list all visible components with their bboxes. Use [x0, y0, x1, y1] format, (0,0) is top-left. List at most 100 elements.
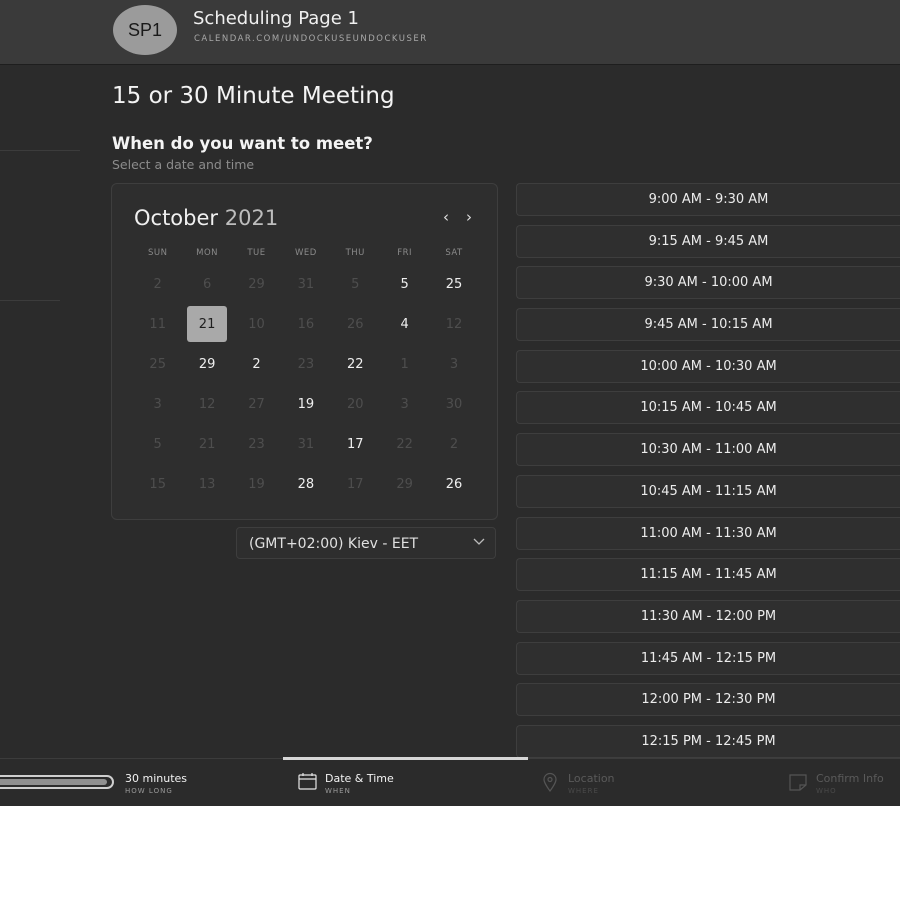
- weekday-header: SUN MON TUE WED THU FRI SAT: [133, 248, 479, 258]
- time-slot-list: 9:00 AM - 9:30 AM 9:15 AM - 9:45 AM 9:30 A…: [516, 183, 900, 767]
- calendar-day: 12: [182, 384, 231, 424]
- calendar-grid: 2 6 29 31 5 5 25 11 21 10 16 26 4 12 25 29 2 23 22 1 3 3 12 27 1…: [133, 264, 479, 504]
- calendar-day-number: 31: [297, 276, 315, 292]
- calendar-day-selected[interactable]: 21: [182, 304, 231, 344]
- calendar-day: 11: [133, 304, 182, 344]
- step-duration[interactable]: 30 minutes HOW LONG: [0, 759, 280, 806]
- calendar-day-number: 28: [297, 476, 315, 492]
- calendar-day-number: 3: [400, 396, 409, 412]
- time-slot-button[interactable]: 9:00 AM - 9:30 AM: [516, 183, 900, 216]
- calendar-month-title: October 2021: [134, 206, 278, 230]
- calendar-day-number: 22: [346, 356, 364, 372]
- calendar-day: 5: [331, 264, 380, 304]
- time-slot-button[interactable]: 12:00 PM - 12:30 PM: [516, 683, 900, 717]
- step-location-sub: WHERE: [568, 787, 599, 795]
- time-slot-button[interactable]: 10:15 AM - 10:45 AM: [516, 391, 900, 425]
- calendar-day: 16: [281, 304, 330, 344]
- calendar-day[interactable]: 26: [429, 464, 478, 504]
- calendar-day: 10: [232, 304, 281, 344]
- step-location[interactable]: Location WHERE: [530, 759, 770, 806]
- weekday-label: THU: [345, 248, 365, 258]
- calendar-day[interactable]: 2: [232, 344, 281, 384]
- calendar-day-number: 19: [297, 396, 315, 412]
- timezone-select[interactable]: (GMT+02:00) Kiev - EET: [236, 527, 496, 559]
- calendar-day-number: 23: [248, 436, 265, 452]
- time-slot-button[interactable]: 9:45 AM - 10:15 AM: [516, 308, 900, 342]
- avatar[interactable]: SP1: [113, 5, 177, 55]
- calendar-day-number: 15: [149, 476, 166, 492]
- next-month-button[interactable]: ›: [466, 208, 472, 226]
- step-confirm-sub: WHO: [816, 787, 837, 795]
- time-slot-button[interactable]: 11:15 AM - 11:45 AM: [516, 558, 900, 592]
- calendar-day[interactable]: 29: [182, 344, 231, 384]
- calendar-day-number: 23: [297, 356, 315, 372]
- calendar-day: 19: [232, 464, 281, 504]
- calendar-day-number: 3: [449, 356, 459, 372]
- calendar-year: 2021: [224, 206, 279, 230]
- calendar-day[interactable]: 25: [429, 264, 478, 304]
- step-location-label: Location: [568, 772, 615, 785]
- step-confirm-label: Confirm Info: [816, 772, 884, 785]
- calendar-day: 25: [133, 344, 182, 384]
- calendar-day: 29: [232, 264, 281, 304]
- calendar-day: 29: [380, 464, 429, 504]
- calendar-day-number: 31: [297, 436, 315, 452]
- weekday-label: SAT: [445, 248, 463, 258]
- time-slot-button[interactable]: 11:45 AM - 12:15 PM: [516, 641, 900, 675]
- date-picker: October 2021 ‹ › SUN MON TUE WED THU FRI SAT 2…: [111, 183, 498, 520]
- calendar-day-number: 20: [346, 396, 364, 412]
- calendar-day: 12: [429, 304, 478, 344]
- calendar-icon: [298, 772, 317, 790]
- time-slot-button[interactable]: 12:15 PM - 12:45 PM: [516, 724, 900, 758]
- duration-progress-fill: [0, 779, 107, 785]
- calendar-day-number: 4: [400, 316, 409, 332]
- time-slot-button[interactable]: 9:30 AM - 10:00 AM: [516, 266, 900, 300]
- time-slot-button[interactable]: 9:15 AM - 9:45 AM: [516, 224, 900, 258]
- calendar-day[interactable]: 19: [281, 384, 330, 424]
- timezone-label: (GMT+02:00) Kiev - EET: [249, 536, 419, 552]
- step-date-time-sub: WHEN: [325, 787, 351, 795]
- calendar-day-number: 26: [445, 476, 463, 492]
- time-slot-button[interactable]: 11:30 AM - 12:00 PM: [516, 599, 900, 633]
- calendar-day: 23: [232, 424, 281, 464]
- calendar-day-number: 12: [198, 396, 216, 412]
- calendar-day: 22: [380, 424, 429, 464]
- calendar-day[interactable]: 5: [380, 264, 429, 304]
- calendar-day: 3: [429, 344, 478, 384]
- calendar-day: 13: [182, 464, 231, 504]
- calendar-day-number: 25: [445, 276, 463, 292]
- step-duration-sub: HOW LONG: [125, 787, 173, 795]
- calendar-day[interactable]: 28: [281, 464, 330, 504]
- calendar-day-number: 17: [346, 436, 364, 452]
- calendar-day-number: 29: [396, 476, 413, 492]
- calendar-day[interactable]: 4: [380, 304, 429, 344]
- location-pin-icon: [542, 772, 558, 792]
- weekday-label: TUE: [247, 248, 266, 258]
- calendar-day-number: 25: [149, 356, 166, 372]
- step-confirm-info[interactable]: Confirm Info WHO: [780, 759, 900, 806]
- calendar-day-number: 13: [198, 476, 216, 492]
- time-slot-button[interactable]: 10:45 AM - 11:15 AM: [516, 474, 900, 508]
- calendar-day-number: 16: [297, 316, 315, 332]
- calendar-day-number: 29: [248, 276, 265, 292]
- calendar-day-number: 2: [252, 356, 261, 372]
- calendar-day: 2: [429, 424, 478, 464]
- calendar-day-number: 1: [400, 356, 409, 372]
- calendar-day-number: 5: [400, 276, 409, 292]
- time-slot-button[interactable]: 11:00 AM - 11:30 AM: [516, 516, 900, 550]
- time-slot-button[interactable]: 10:30 AM - 11:00 AM: [516, 433, 900, 467]
- calendar-day-number: 29: [198, 356, 216, 372]
- calendar-day-number: 3: [153, 396, 162, 412]
- time-slot-button[interactable]: 10:00 AM - 10:30 AM: [516, 349, 900, 383]
- step-duration-label: 30 minutes: [125, 772, 188, 785]
- calendar-day: 31: [281, 424, 330, 464]
- calendar-day-number: 6: [202, 276, 212, 292]
- step-date-time[interactable]: Date & Time WHEN: [283, 759, 528, 806]
- page-url[interactable]: CALENDAR.COM/UNDOCKUSEUNDOCKUSER: [194, 34, 428, 44]
- prev-month-button[interactable]: ‹: [443, 208, 449, 226]
- calendar-day[interactable]: 22: [331, 344, 380, 384]
- page-title: Scheduling Page 1: [193, 8, 359, 29]
- calendar-day: 6: [182, 264, 231, 304]
- calendar-day-number: 2: [153, 276, 162, 292]
- calendar-day[interactable]: 17: [331, 424, 380, 464]
